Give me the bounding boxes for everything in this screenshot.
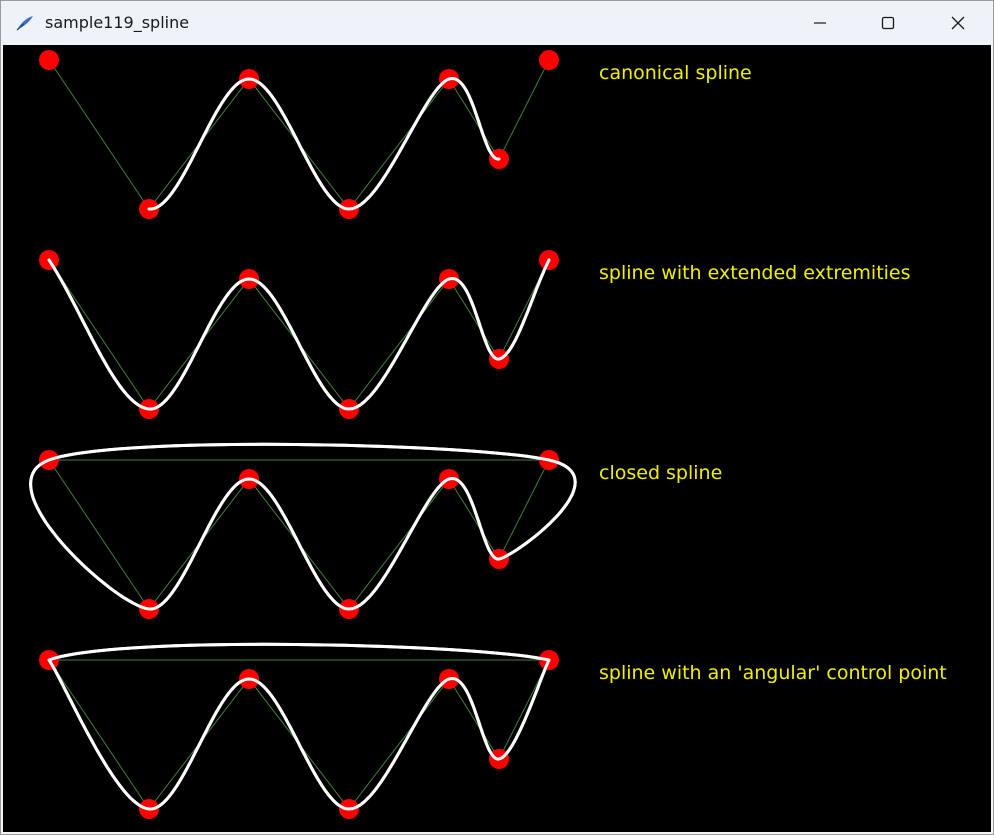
demo-label-closed: closed spline	[599, 462, 723, 484]
window-title: sample119_spline	[45, 13, 190, 32]
spline-curve-overlay	[29, 442, 577, 611]
control-point	[539, 50, 559, 70]
maximize-icon	[881, 16, 895, 30]
drawing-canvas: canonical spline spline with extended ex…	[3, 45, 991, 832]
spline-curve	[47, 258, 551, 411]
spline-curve	[47, 642, 551, 811]
spline-plot	[29, 50, 577, 819]
control-polygon	[48, 459, 550, 610]
spline-curve-overlay	[47, 642, 551, 811]
feather-icon	[15, 13, 35, 33]
demo-label-angular: spline with an 'angular' control point	[599, 662, 947, 684]
control-point	[39, 50, 59, 70]
spline-curve-overlay	[147, 77, 501, 211]
title-bar[interactable]: sample119_spline	[1, 1, 993, 45]
demo-label-canonical: canonical spline	[599, 62, 752, 84]
close-icon	[951, 16, 965, 30]
maximize-button[interactable]	[865, 1, 911, 45]
control-polygon	[48, 659, 550, 810]
minimize-button[interactable]	[797, 1, 843, 45]
spline-curve-overlay	[47, 258, 551, 411]
spline-curve	[29, 442, 577, 611]
minimize-icon	[813, 16, 827, 30]
app-window: sample119_spline canonical spline spline…	[0, 0, 994, 835]
control-polygon	[48, 59, 550, 210]
control-polygon	[48, 259, 550, 410]
demo-label-extended: spline with extended extremities	[599, 262, 911, 284]
close-button[interactable]	[935, 1, 981, 45]
